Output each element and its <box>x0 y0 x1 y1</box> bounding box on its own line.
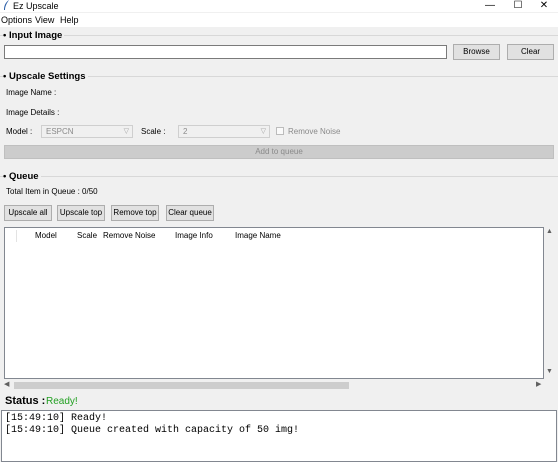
clear-button[interactable]: Clear <box>507 44 554 60</box>
queue-horizontal-scrollbar[interactable]: ◀ ▶ <box>4 380 544 391</box>
queue-title-text: Queue <box>8 171 39 182</box>
remove-noise-checkbox[interactable] <box>276 127 284 135</box>
close-button[interactable]: ✕ <box>530 0 558 12</box>
chevron-down-icon: ▽ <box>123 128 129 135</box>
upscale-settings-section-title: • Upscale Settings <box>3 71 88 82</box>
scroll-left-icon[interactable]: ◀ <box>4 380 9 388</box>
model-label: Model : <box>6 127 33 136</box>
remove-top-button[interactable]: Remove top <box>111 205 159 221</box>
log-line: [15:49:10] Ready! <box>5 413 108 424</box>
feather-app-icon <box>4 0 9 10</box>
model-select-value: ESPCN <box>46 127 74 136</box>
scale-select-value: 2 <box>183 127 188 136</box>
scroll-down-icon[interactable]: ▼ <box>546 368 553 375</box>
status-value: Ready! <box>46 396 78 407</box>
maximize-button[interactable]: ☐ <box>504 0 532 12</box>
queue-section-title: • Queue <box>3 171 41 182</box>
log-line: [15:49:10] Queue created with capacity o… <box>5 425 300 436</box>
column-header-model[interactable]: Model <box>35 231 57 240</box>
queue-total-label: Total Item in Queue : 0/50 <box>6 187 98 196</box>
remove-noise-label: Remove Noise <box>288 127 341 136</box>
model-select[interactable]: ESPCN ▽ <box>41 125 133 138</box>
upscale-all-button[interactable]: Upscale all <box>4 205 52 221</box>
column-divider <box>16 230 17 242</box>
minimize-button[interactable]: — <box>476 0 504 12</box>
menu-help[interactable]: Help <box>60 15 79 25</box>
add-to-queue-button[interactable]: Add to queue <box>4 145 554 159</box>
column-header-image-info[interactable]: Image Info <box>175 231 213 240</box>
scale-select[interactable]: 2 ▽ <box>178 125 270 138</box>
queue-table[interactable]: Model Scale Remove Noise Image Info Imag… <box>4 227 544 379</box>
image-name-label: Image Name : <box>6 88 57 97</box>
input-image-title-text: Input Image <box>8 30 63 41</box>
section-divider <box>0 176 558 177</box>
scroll-right-icon[interactable]: ▶ <box>536 380 541 388</box>
log-output[interactable]: [15:49:10] Ready! [15:49:10] Queue create… <box>1 410 557 462</box>
status-label: Status : <box>5 395 46 407</box>
queue-vertical-scrollbar[interactable]: ▲ ▼ <box>544 227 555 379</box>
column-header-remove-noise[interactable]: Remove Noise <box>103 231 155 240</box>
window-title: Ez Upscale <box>13 1 59 11</box>
chevron-down-icon: ▽ <box>260 128 266 135</box>
column-header-scale[interactable]: Scale <box>77 231 97 240</box>
image-path-input[interactable] <box>4 45 447 59</box>
menu-bar <box>0 13 558 27</box>
horizontal-scroll-thumb[interactable] <box>14 382 349 389</box>
clear-queue-button[interactable]: Clear queue <box>166 205 214 221</box>
input-image-section-title: • Input Image <box>3 30 65 41</box>
section-divider <box>0 35 558 36</box>
upscale-settings-title-text: Upscale Settings <box>8 71 86 82</box>
browse-button[interactable]: Browse <box>453 44 500 60</box>
column-header-image-name[interactable]: Image Name <box>235 231 281 240</box>
scale-label: Scale : <box>141 127 166 136</box>
menu-view[interactable]: View <box>35 15 54 25</box>
image-details-label: Image Details : <box>6 108 60 117</box>
scroll-up-icon[interactable]: ▲ <box>546 228 553 235</box>
title-bar <box>0 0 558 12</box>
upscale-top-button[interactable]: Upscale top <box>57 205 105 221</box>
menu-options[interactable]: Options <box>1 15 32 25</box>
